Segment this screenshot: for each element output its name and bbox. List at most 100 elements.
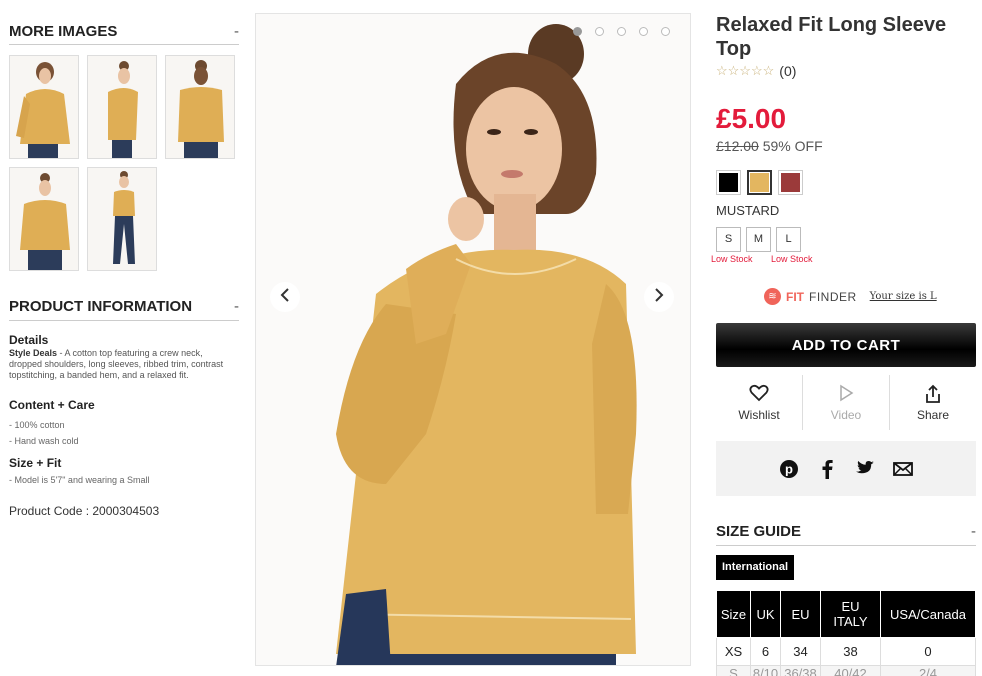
selected-color-name: MUSTARD — [716, 203, 780, 218]
prev-image-button[interactable] — [270, 282, 300, 312]
svg-text:p: p — [785, 461, 793, 476]
collapse-toggle[interactable]: - — [971, 523, 976, 540]
column-header: Size — [716, 590, 751, 638]
tab-international[interactable]: International — [716, 555, 795, 580]
sale-price: £5.00 — [716, 103, 787, 134]
add-to-cart-button[interactable]: ADD TO CART — [716, 323, 976, 367]
carousel-dot[interactable] — [573, 27, 582, 36]
fit-finder-icon: ≋ — [764, 288, 781, 305]
details-heading: Details — [9, 333, 49, 347]
thumbnail-4[interactable] — [9, 167, 79, 271]
star-rating-icon: ☆☆☆☆☆ — [716, 63, 775, 78]
color-swatch-black[interactable] — [716, 170, 741, 195]
carousel-dot[interactable] — [617, 27, 626, 36]
size-option-m[interactable]: M — [746, 227, 771, 264]
wishlist-button[interactable]: Wishlist — [716, 375, 802, 430]
share-icon — [923, 384, 943, 404]
color-swatches — [716, 170, 803, 195]
size-guide-table: Size UK EU EU ITALY USA/Canada XS 6 34 3… — [716, 590, 976, 676]
collapse-toggle[interactable]: - — [234, 23, 239, 40]
size-fit-text: - Model is 5'7" and wearing a Small — [9, 475, 150, 485]
carousel-dot[interactable] — [595, 27, 604, 36]
color-swatch-burgundy[interactable] — [778, 170, 803, 195]
video-button[interactable]: Video — [802, 375, 889, 430]
social-share-bar: p — [716, 441, 976, 496]
column-header: EU ITALY — [820, 590, 881, 638]
thumbnail-3[interactable] — [165, 55, 235, 159]
carousel-dots — [573, 27, 670, 36]
carousel-dot[interactable] — [661, 27, 670, 36]
table-cell: 8/10 — [750, 665, 781, 676]
price-comparison: £12.00 59% OFF — [716, 138, 823, 154]
low-stock-label: Low Stock — [711, 254, 753, 264]
your-size-link[interactable]: Your size is L — [870, 291, 937, 302]
product-information-header[interactable]: PRODUCT INFORMATION - — [9, 292, 239, 321]
table-cell: 6 — [750, 637, 781, 666]
carousel-dot[interactable] — [639, 27, 648, 36]
chevron-left-icon — [279, 287, 291, 308]
fit-finder[interactable]: ≋ FIT FINDER Your size is L — [764, 288, 937, 305]
share-label: Share — [916, 407, 950, 422]
chevron-right-icon — [653, 287, 665, 308]
table-cell: 40/42 — [820, 665, 881, 676]
thumbnail-5[interactable] — [87, 167, 157, 271]
fit-finder-finder: FINDER — [809, 289, 857, 304]
content-care-item: - Hand wash cold — [9, 436, 79, 446]
original-price: £12.00 — [716, 138, 759, 154]
share-button[interactable]: Share — [889, 375, 976, 430]
details-brand: Style Deals — [9, 348, 58, 358]
video-label: Video — [830, 407, 862, 422]
column-header: EU — [780, 590, 821, 638]
main-product-image[interactable] — [255, 13, 691, 666]
discount-label: 59% OFF — [762, 138, 823, 154]
more-images-header[interactable]: MORE IMAGES - — [9, 18, 239, 45]
table-cell: 36/38 — [780, 665, 821, 676]
next-image-button[interactable] — [644, 282, 674, 312]
pinterest-icon[interactable]: p — [779, 459, 799, 479]
table-cell: 0 — [880, 637, 976, 666]
email-icon[interactable] — [893, 459, 913, 479]
size-guide-header[interactable]: SIZE GUIDE - — [716, 518, 976, 546]
product-code: Product Code : 2000304503 — [9, 504, 160, 518]
thumbnail-1[interactable] — [9, 55, 79, 159]
table-row: S 8/10 36/38 40/42 2/4 — [716, 665, 976, 676]
table-cell: XS — [716, 637, 751, 666]
facebook-icon[interactable] — [817, 459, 837, 479]
size-label[interactable]: M — [746, 227, 771, 252]
table-cell: S — [716, 665, 751, 676]
collapse-toggle[interactable]: - — [234, 298, 239, 315]
details-text: Style Deals - A cotton top featuring a c… — [9, 348, 237, 381]
table-cell: 2/4 — [880, 665, 976, 676]
size-selector: S Low Stock M L Low Stock — [711, 227, 813, 264]
column-header: UK — [750, 590, 781, 638]
table-cell: 38 — [820, 637, 881, 666]
size-option-l[interactable]: L Low Stock — [771, 227, 813, 264]
model-photo — [256, 14, 690, 665]
thumbnail-2[interactable] — [87, 55, 157, 159]
play-icon — [838, 384, 854, 404]
wishlist-label: Wishlist — [738, 407, 780, 422]
rating[interactable]: ☆☆☆☆☆ (0) — [716, 63, 796, 79]
content-care-heading: Content + Care — [9, 398, 95, 412]
low-stock-label: Low Stock — [771, 254, 813, 264]
twitter-icon[interactable] — [855, 459, 875, 479]
table-cell: 34 — [780, 637, 821, 666]
size-fit-section: Size + Fit - Model is 5'7" and wearing a… — [9, 456, 237, 485]
table-row: XS 6 34 38 0 — [716, 637, 976, 666]
column-header: USA/Canada — [880, 590, 976, 638]
product-title: Relaxed Fit Long Sleeve Top — [716, 14, 947, 60]
size-option-s[interactable]: S Low Stock — [711, 227, 753, 264]
fit-finder-fit: FIT — [786, 289, 804, 304]
review-count: (0) — [779, 63, 797, 79]
heart-icon — [749, 384, 769, 404]
more-images-title: MORE IMAGES — [9, 22, 118, 40]
content-care-section: Content + Care - 100% cotton - Hand wash… — [9, 398, 237, 449]
content-care-item: - 100% cotton — [9, 420, 65, 430]
product-actions: Wishlist Video Share — [716, 375, 976, 430]
product-information-title: PRODUCT INFORMATION — [9, 297, 193, 315]
details-section: Details Style Deals - A cotton top featu… — [9, 333, 237, 381]
size-fit-heading: Size + Fit — [9, 456, 62, 470]
size-label[interactable]: L — [776, 227, 801, 252]
size-label[interactable]: S — [716, 227, 741, 252]
color-swatch-mustard[interactable] — [747, 170, 772, 195]
